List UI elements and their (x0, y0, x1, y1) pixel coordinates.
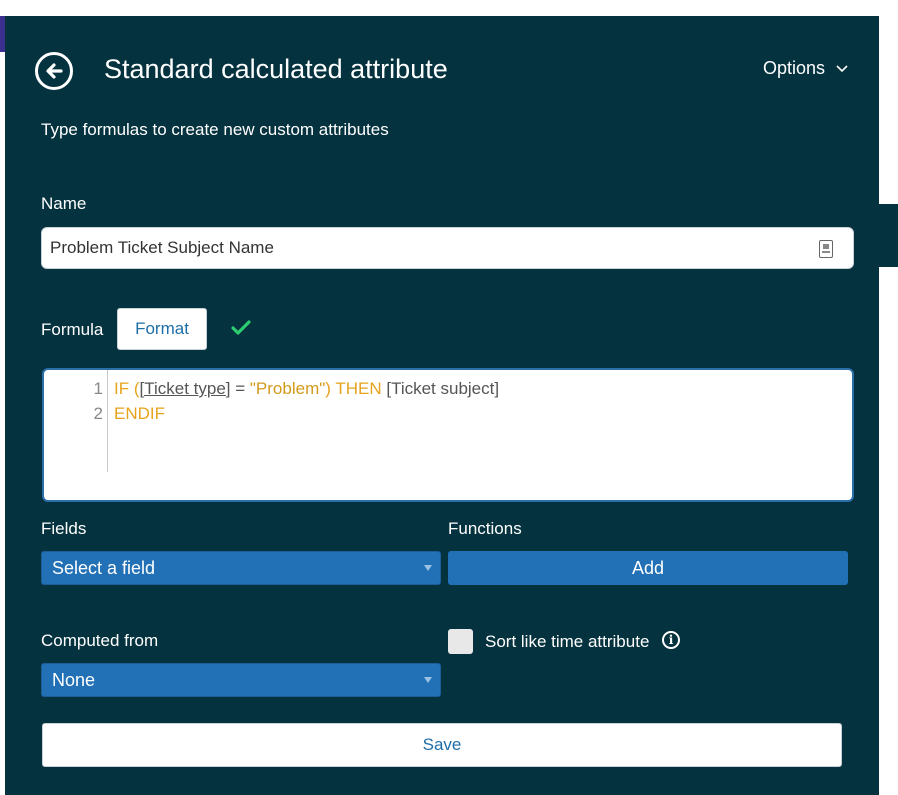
name-label: Name (41, 194, 87, 213)
name-field[interactable] (41, 227, 854, 269)
top-strip (0, 0, 898, 16)
side-tab (879, 204, 898, 267)
keyword-then: ) THEN (325, 379, 387, 398)
formula-label: Formula (41, 320, 104, 339)
sort-like-time-label: Sort like time attribute (485, 632, 650, 651)
formula-editor[interactable]: 1 2 IF ([Ticket type] = "Problem") THEN … (42, 368, 854, 502)
line-number: 1 (93, 379, 103, 398)
computed-from-label: Computed from (41, 631, 159, 650)
fields-select-value: Select a field (52, 557, 156, 578)
fields-select[interactable]: Select a field (41, 551, 441, 585)
keyword-endif: ENDIF (114, 404, 165, 423)
contact-card-icon (819, 240, 833, 258)
chevron-down-icon (836, 64, 848, 72)
check-icon (231, 320, 251, 335)
caret-down-icon (424, 677, 432, 683)
string-token: "Problem" (249, 379, 326, 398)
save-button[interactable]: Save (42, 723, 842, 767)
line-number-gutter: 1 2 (44, 370, 108, 472)
fields-label: Fields (41, 519, 87, 538)
computed-from-select-value: None (52, 669, 96, 690)
options-menu[interactable]: Options (763, 58, 849, 79)
format-button[interactable]: Format (117, 308, 207, 350)
code-line-1: IF ([Ticket type] = "Problem") THEN [Tic… (114, 379, 499, 399)
field-token: [Ticket type] (139, 379, 231, 398)
info-icon[interactable]: i (662, 631, 680, 649)
operator-token: = (230, 379, 250, 398)
subtitle: Type formulas to create new custom attri… (41, 120, 389, 139)
calculated-attribute-panel: Standard calculated attribute Options Ty… (5, 16, 879, 795)
computed-from-select[interactable]: None (41, 663, 441, 697)
field-token: [Ticket subject] (386, 379, 500, 398)
caret-down-icon (424, 565, 432, 571)
functions-label: Functions (448, 519, 522, 538)
name-input[interactable] (50, 238, 790, 258)
back-button[interactable] (35, 52, 73, 90)
code-line-2: ENDIF (114, 404, 165, 424)
sort-like-time-checkbox[interactable] (448, 629, 473, 654)
arrow-left-icon (46, 63, 63, 79)
line-number: 2 (93, 404, 103, 423)
keyword-if: IF ( (114, 379, 140, 398)
add-function-button[interactable]: Add (448, 551, 848, 585)
options-label: Options (763, 58, 826, 78)
page-title: Standard calculated attribute (104, 54, 448, 84)
